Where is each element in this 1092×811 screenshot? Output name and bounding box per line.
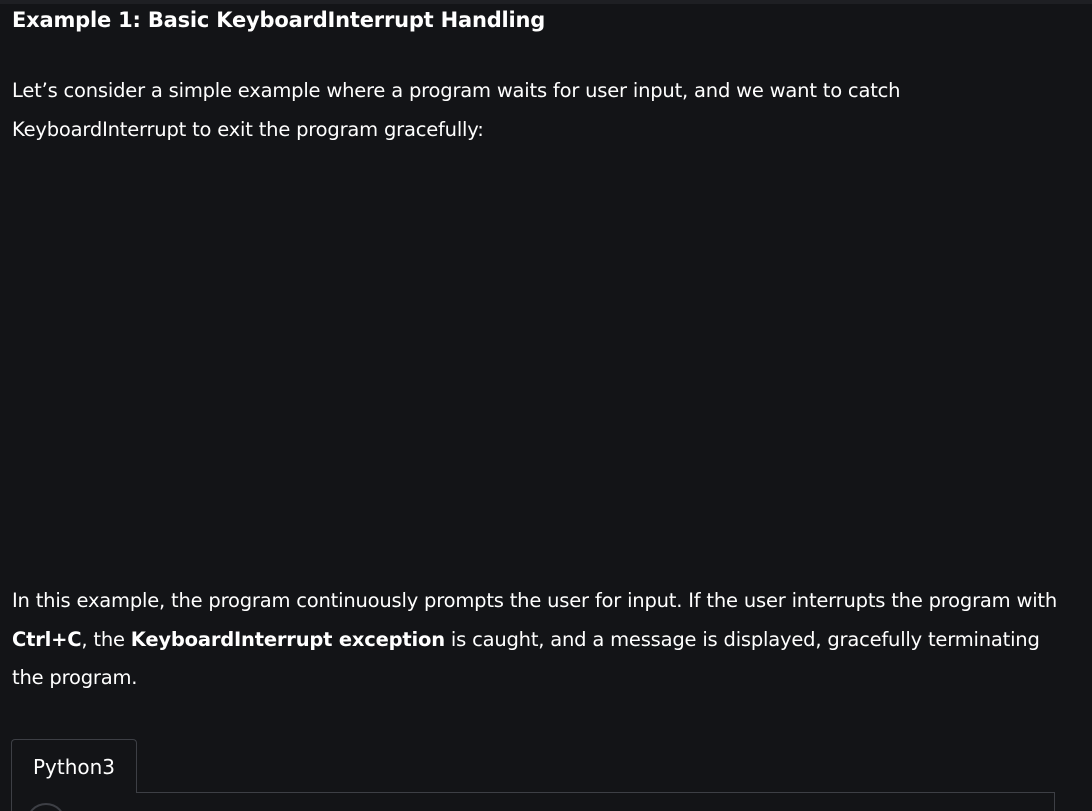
code-block-frame bbox=[11, 792, 1055, 811]
top-strip bbox=[0, 0, 1092, 4]
key-combo-text: Ctrl+C bbox=[12, 627, 82, 651]
section-heading: Example 1: Basic KeyboardInterrupt Handl… bbox=[12, 8, 546, 32]
intro-paragraph: Let’s consider a simple example where a … bbox=[12, 79, 901, 141]
exception-name-text: KeyboardInterrupt exception bbox=[130, 627, 445, 651]
explanation-paragraph: In this example, the program continuousl… bbox=[12, 582, 1072, 698]
language-tab-python3[interactable]: Python3 bbox=[11, 739, 137, 793]
explanation-text-1: In this example, the program continuousl… bbox=[12, 589, 1058, 612]
language-tab-label: Python3 bbox=[32, 754, 116, 779]
explanation-text-2: , the bbox=[81, 627, 131, 651]
